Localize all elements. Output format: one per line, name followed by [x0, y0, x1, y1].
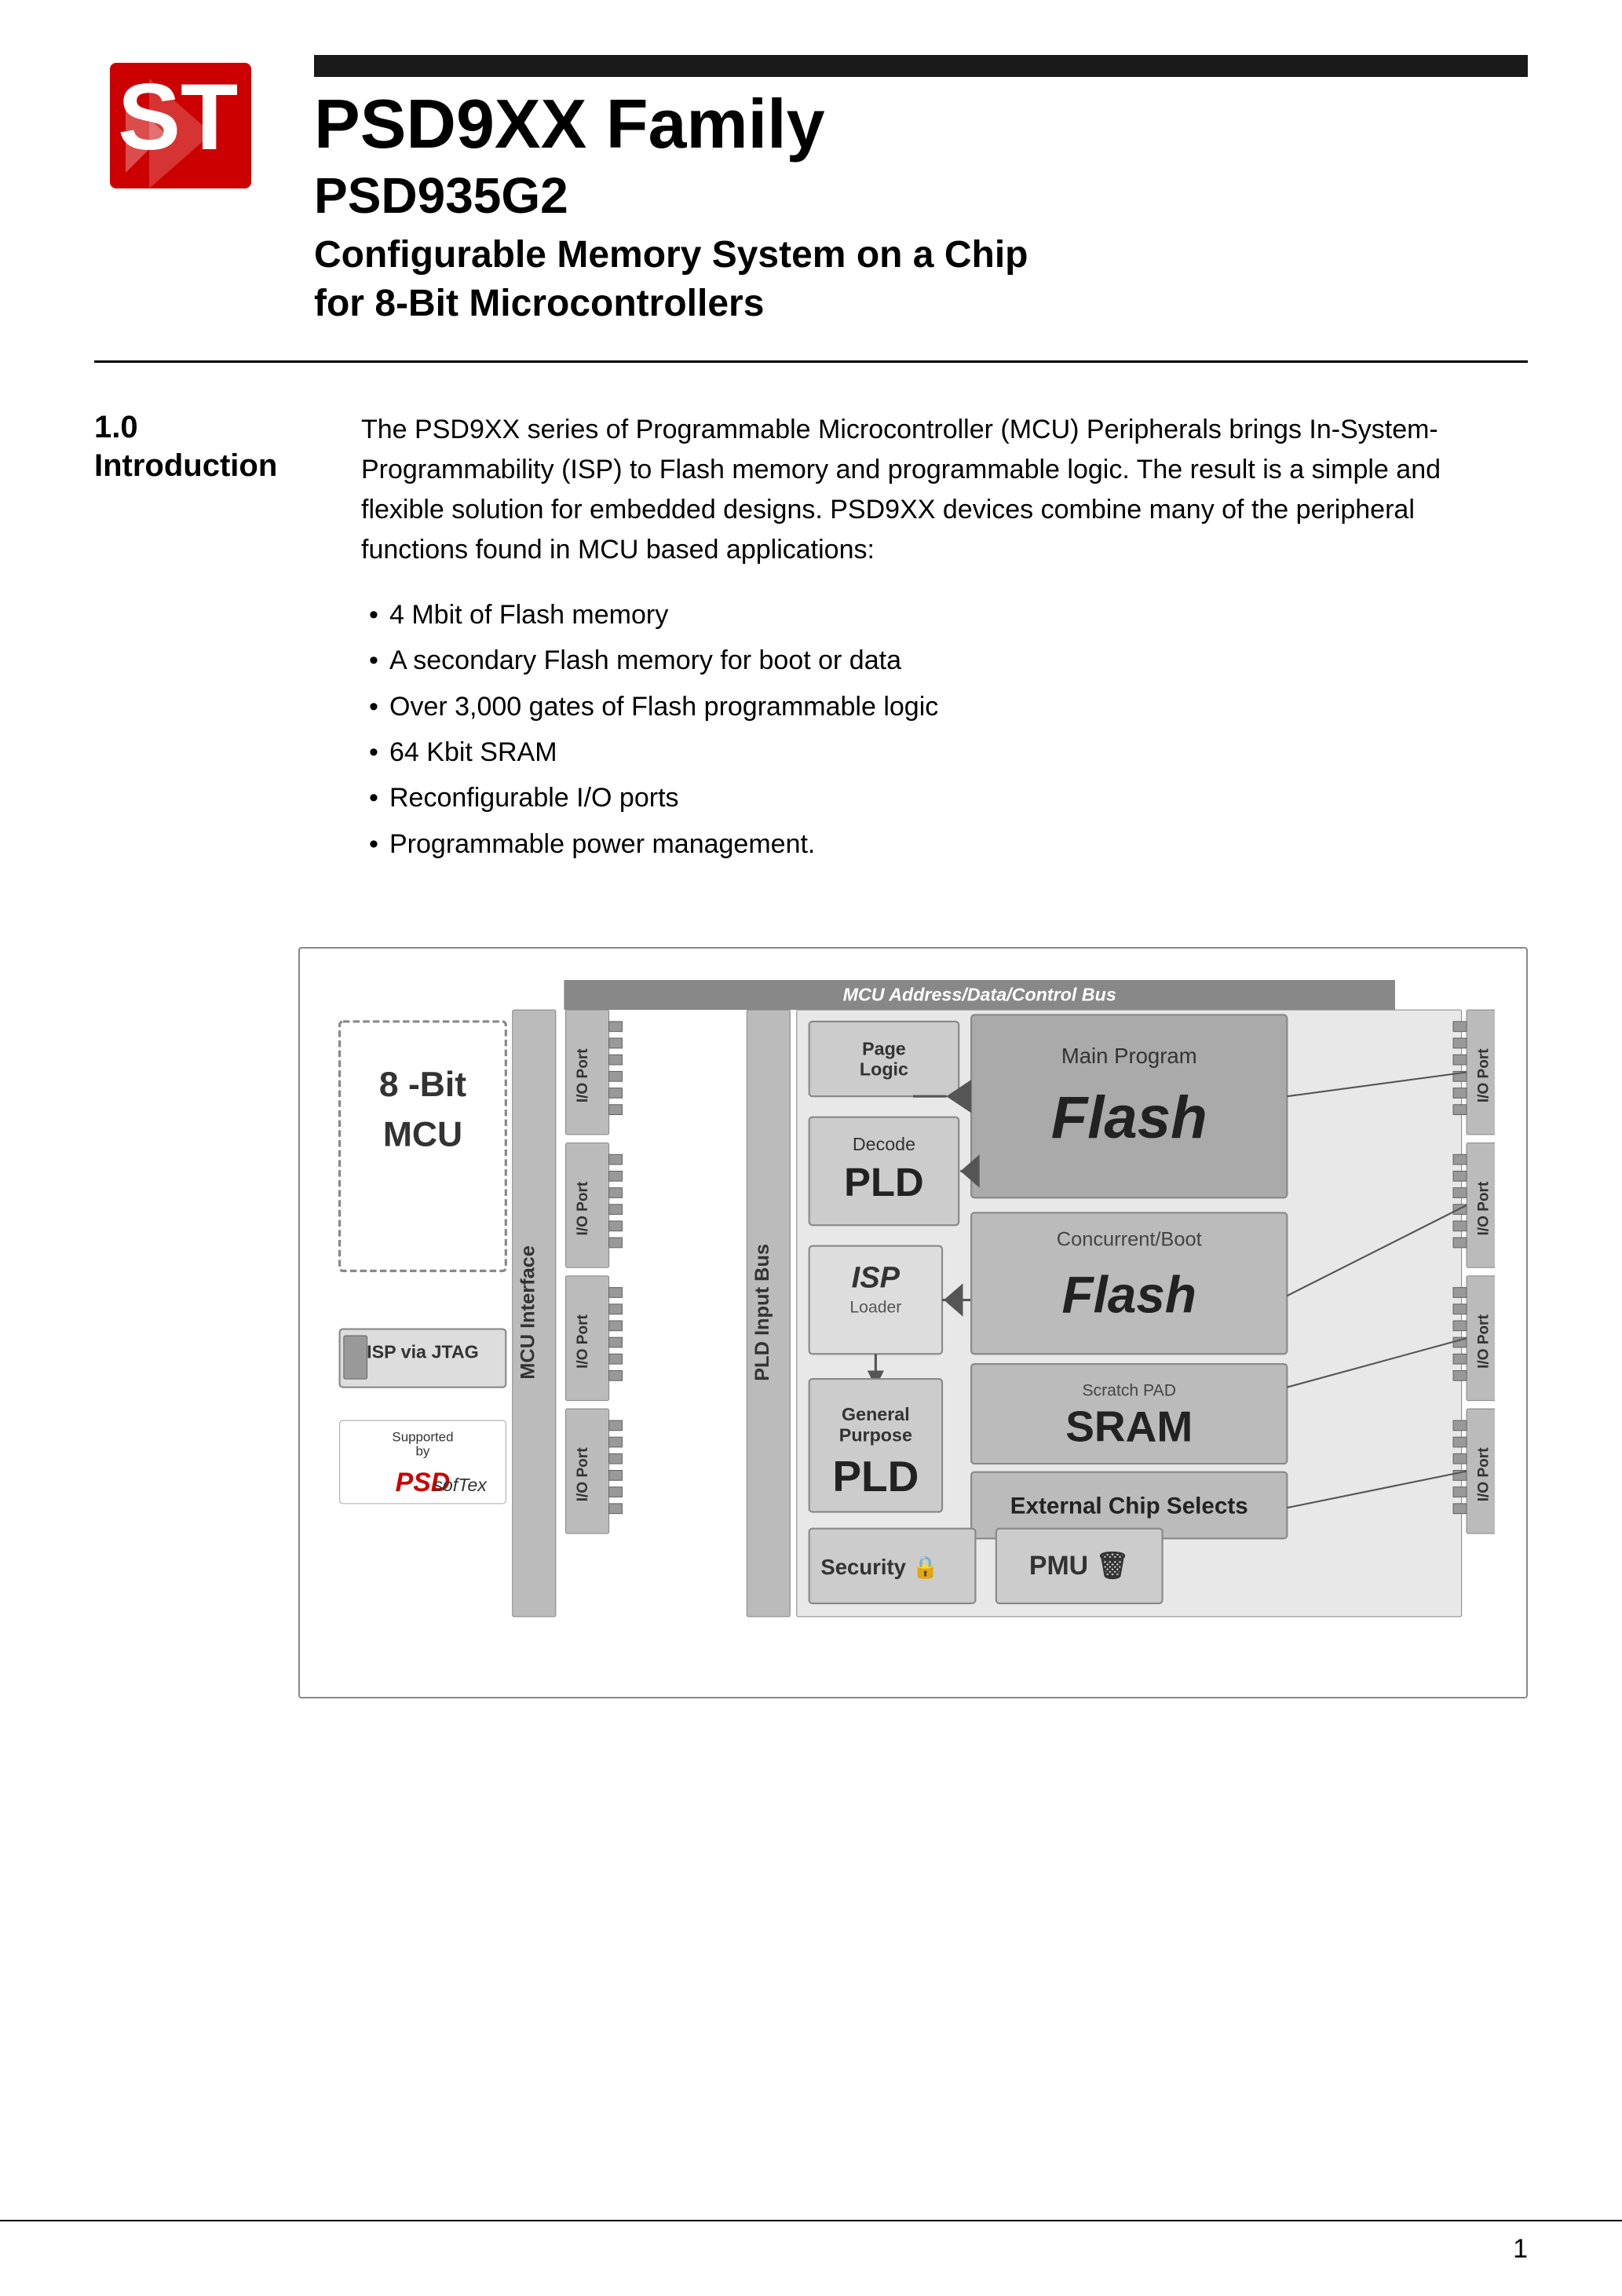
page-number: 1: [1513, 2234, 1528, 2265]
svg-text:PLD Input Bus: PLD Input Bus: [751, 1244, 773, 1381]
svg-text:ISP via JTAG: ISP via JTAG: [367, 1342, 479, 1362]
svg-text:I/O Port: I/O Port: [575, 1447, 591, 1501]
list-item: 64 Kbit SRAM: [361, 731, 1528, 773]
svg-text:MCU Interface: MCU Interface: [517, 1245, 539, 1380]
svg-text:SRAM: SRAM: [1065, 1402, 1193, 1451]
svg-text:I/O Port: I/O Port: [1476, 1048, 1492, 1102]
list-item: 4 Mbit of Flash memory: [361, 594, 1528, 636]
svg-text:Scratch PAD: Scratch PAD: [1082, 1381, 1176, 1399]
svg-text:I/O Port: I/O Port: [575, 1181, 591, 1235]
title-area: PSD9XX Family PSD935G2 Configurable Memo…: [314, 47, 1528, 329]
svg-text:ISP: ISP: [852, 1262, 901, 1295]
svg-text:Purpose: Purpose: [839, 1425, 912, 1446]
svg-text:Logic: Logic: [860, 1059, 908, 1080]
svg-text:MCU: MCU: [383, 1116, 462, 1154]
section-content: The PSD9XX series of Programmable Microc…: [361, 410, 1528, 868]
svg-text:I/O Port: I/O Port: [575, 1048, 591, 1102]
logo-area: ST: [94, 47, 267, 204]
svg-text:PLD: PLD: [844, 1160, 924, 1205]
list-item: Over 3,000 gates of Flash programmable l…: [361, 686, 1528, 728]
chip-diagram-svg: MCU Address/Data/Control Bus 8 -Bit MCU …: [331, 980, 1495, 1662]
svg-text:Loader: Loader: [849, 1299, 901, 1317]
svg-text:8 -Bit: 8 -Bit: [379, 1066, 466, 1104]
svg-text:General: General: [842, 1404, 910, 1424]
svg-text:I/O Port: I/O Port: [1476, 1447, 1492, 1501]
svg-text:Page: Page: [862, 1038, 906, 1058]
chip-diagram-container: MCU Address/Data/Control Bus 8 -Bit MCU …: [298, 947, 1528, 1698]
svg-text:PLD: PLD: [832, 1452, 919, 1501]
svg-text:Concurrent/Boot: Concurrent/Boot: [1057, 1229, 1202, 1251]
bullet-list: 4 Mbit of Flash memory A secondary Flash…: [361, 594, 1528, 865]
header-bar: [314, 55, 1528, 77]
page-header: ST PSD9XX Family PSD935G2 Configurable M…: [0, 0, 1622, 360]
st-logo: ST: [102, 55, 259, 196]
product-family-title: PSD9XX Family: [314, 90, 1528, 159]
list-item: Programmable power management.: [361, 823, 1528, 865]
svg-text:MCU Address/Data/Control Bus: MCU Address/Data/Control Bus: [843, 985, 1116, 1005]
svg-text:sofTex: sofTex: [433, 1475, 488, 1495]
list-item: Reconfigurable I/O ports: [361, 777, 1528, 819]
svg-text:Security 🔒: Security 🔒: [820, 1555, 939, 1580]
page-footer: 1: [0, 2220, 1622, 2265]
svg-text:I/O Port: I/O Port: [1476, 1314, 1492, 1369]
svg-text:I/O Port: I/O Port: [575, 1314, 591, 1369]
svg-text:Flash: Flash: [1062, 1267, 1196, 1324]
svg-text:I/O Port: I/O Port: [1476, 1181, 1492, 1235]
svg-text:Supported: Supported: [392, 1430, 453, 1445]
svg-text:Main Program: Main Program: [1061, 1044, 1197, 1068]
product-model: PSD935G2: [314, 166, 1528, 225]
intro-text: The PSD9XX series of Programmable Microc…: [361, 410, 1528, 570]
section-number: 1.0: [94, 410, 298, 445]
content-area: 1.0 Introduction The PSD9XX series of Pr…: [0, 363, 1622, 916]
svg-text:PMU 🗑: PMU 🗑: [1029, 1551, 1130, 1581]
section-label: 1.0 Introduction: [94, 410, 298, 868]
product-description: Configurable Memory System on a Chip for…: [314, 231, 1528, 329]
svg-text:External Chip Selects: External Chip Selects: [1010, 1493, 1248, 1519]
svg-text:by: by: [416, 1444, 430, 1459]
svg-text:Decode: Decode: [853, 1134, 915, 1154]
svg-text:Flash: Flash: [1051, 1084, 1207, 1151]
list-item: A secondary Flash memory for boot or dat…: [361, 639, 1528, 682]
section-title: Introduction: [94, 448, 277, 483]
